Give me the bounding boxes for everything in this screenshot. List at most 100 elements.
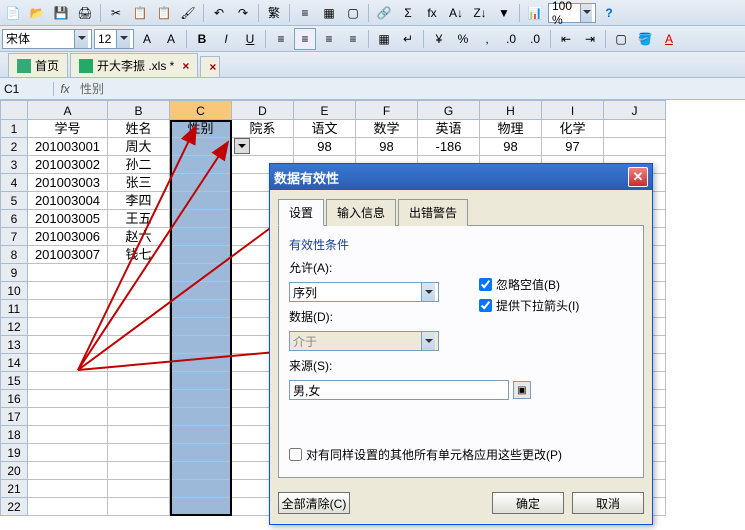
col-header-A[interactable]: A: [28, 100, 108, 120]
cell[interactable]: 97: [542, 138, 604, 156]
row-header[interactable]: 19: [0, 444, 28, 462]
cell[interactable]: 院系: [232, 120, 294, 138]
col-header-C[interactable]: C: [170, 100, 232, 120]
cell[interactable]: [170, 228, 232, 246]
row-header[interactable]: 2: [0, 138, 28, 156]
row-header[interactable]: 6: [0, 210, 28, 228]
row-header[interactable]: 21: [0, 480, 28, 498]
cell[interactable]: [28, 390, 108, 408]
close-tab-icon[interactable]: ×: [182, 59, 189, 73]
chinese-icon[interactable]: 繁: [263, 2, 285, 24]
cell[interactable]: [28, 354, 108, 372]
allow-select[interactable]: 序列: [289, 282, 439, 302]
cell[interactable]: [170, 318, 232, 336]
cell[interactable]: [108, 408, 170, 426]
row-header[interactable]: 4: [0, 174, 28, 192]
cell[interactable]: [170, 390, 232, 408]
copy-icon[interactable]: 📋: [129, 2, 151, 24]
cell[interactable]: [28, 408, 108, 426]
undo-icon[interactable]: ↶: [208, 2, 230, 24]
new-icon[interactable]: 📄: [2, 2, 24, 24]
range-picker-icon[interactable]: ▣: [513, 381, 531, 399]
hyperlink-icon[interactable]: 🔗: [373, 2, 395, 24]
cell[interactable]: [28, 498, 108, 516]
row-header[interactable]: 18: [0, 426, 28, 444]
paste-icon[interactable]: 📋: [153, 2, 175, 24]
cell[interactable]: 英语: [418, 120, 480, 138]
merge-cells-icon[interactable]: ▦: [373, 28, 395, 50]
cell[interactable]: [28, 462, 108, 480]
cell[interactable]: 201003006: [28, 228, 108, 246]
decrease-decimal-icon[interactable]: .0: [524, 28, 546, 50]
font-color-icon[interactable]: A: [658, 28, 680, 50]
row-header[interactable]: 3: [0, 156, 28, 174]
cell[interactable]: [170, 372, 232, 390]
row-header[interactable]: 10: [0, 282, 28, 300]
cell[interactable]: [28, 264, 108, 282]
merge-icon[interactable]: ▦: [318, 2, 340, 24]
comma-icon[interactable]: ,: [476, 28, 498, 50]
dialog-titlebar[interactable]: 数据有效性 ✕: [270, 164, 652, 190]
cell[interactable]: [28, 318, 108, 336]
cell[interactable]: [170, 300, 232, 318]
select-all-corner[interactable]: [0, 100, 28, 120]
source-input[interactable]: 男,女: [289, 380, 509, 400]
indent-increase-icon[interactable]: ⇥: [579, 28, 601, 50]
cell[interactable]: [28, 426, 108, 444]
currency-icon[interactable]: ¥: [428, 28, 450, 50]
decrease-font-icon[interactable]: A: [136, 28, 158, 50]
tab-file[interactable]: 开大李振 .xls *×: [70, 53, 198, 77]
name-box[interactable]: C1: [0, 82, 54, 96]
font-size-select[interactable]: 12: [94, 29, 134, 49]
fx-icon[interactable]: fx: [421, 2, 443, 24]
font-name-select[interactable]: 宋体: [2, 29, 92, 49]
cell[interactable]: [108, 318, 170, 336]
cell[interactable]: 李四: [108, 192, 170, 210]
cell[interactable]: [170, 264, 232, 282]
justify-icon[interactable]: ≡: [342, 28, 364, 50]
ok-button[interactable]: 确定: [492, 492, 564, 514]
align-left-icon[interactable]: ≡: [270, 28, 292, 50]
cell[interactable]: [170, 138, 232, 156]
redo-icon[interactable]: ↷: [232, 2, 254, 24]
cell[interactable]: -186: [418, 138, 480, 156]
cell[interactable]: 98: [480, 138, 542, 156]
apply-all-checkbox[interactable]: 对有同样设置的其他所有单元格应用这些更改(P): [289, 446, 633, 463]
cell[interactable]: [170, 192, 232, 210]
chart-icon[interactable]: 📊: [524, 2, 546, 24]
cell[interactable]: 化学: [542, 120, 604, 138]
sum-icon[interactable]: Σ: [397, 2, 419, 24]
ignore-blank-checkbox[interactable]: 忽略空值(B): [479, 276, 579, 293]
sort-asc-icon[interactable]: A↓: [445, 2, 467, 24]
fill-color-icon[interactable]: 🪣: [634, 28, 656, 50]
wrap-text-icon[interactable]: ↵: [397, 28, 419, 50]
tab-close[interactable]: ×: [200, 56, 220, 77]
row-header[interactable]: 11: [0, 300, 28, 318]
close-icon[interactable]: ✕: [628, 167, 648, 187]
tab-settings[interactable]: 设置: [278, 199, 324, 226]
row-header[interactable]: 12: [0, 318, 28, 336]
row-header[interactable]: 7: [0, 228, 28, 246]
cell[interactable]: 201003005: [28, 210, 108, 228]
cell[interactable]: [108, 480, 170, 498]
cell[interactable]: [108, 372, 170, 390]
cell[interactable]: 数学: [356, 120, 418, 138]
col-header-I[interactable]: I: [542, 100, 604, 120]
cell[interactable]: 98: [294, 138, 356, 156]
underline-icon[interactable]: U: [239, 28, 261, 50]
align-right-icon[interactable]: ≡: [318, 28, 340, 50]
tab-input-message[interactable]: 输入信息: [326, 199, 396, 226]
cell[interactable]: [170, 462, 232, 480]
zoom-level[interactable]: 100 %: [548, 3, 596, 23]
increase-font-icon[interactable]: A: [160, 28, 182, 50]
cell[interactable]: [170, 498, 232, 516]
cell[interactable]: [108, 426, 170, 444]
clear-all-button[interactable]: 全部清除(C): [278, 492, 350, 514]
cell[interactable]: [170, 336, 232, 354]
cell[interactable]: [170, 480, 232, 498]
cell[interactable]: [108, 264, 170, 282]
cell[interactable]: [28, 372, 108, 390]
cell[interactable]: [170, 246, 232, 264]
italic-icon[interactable]: I: [215, 28, 237, 50]
cell[interactable]: 张三: [108, 174, 170, 192]
